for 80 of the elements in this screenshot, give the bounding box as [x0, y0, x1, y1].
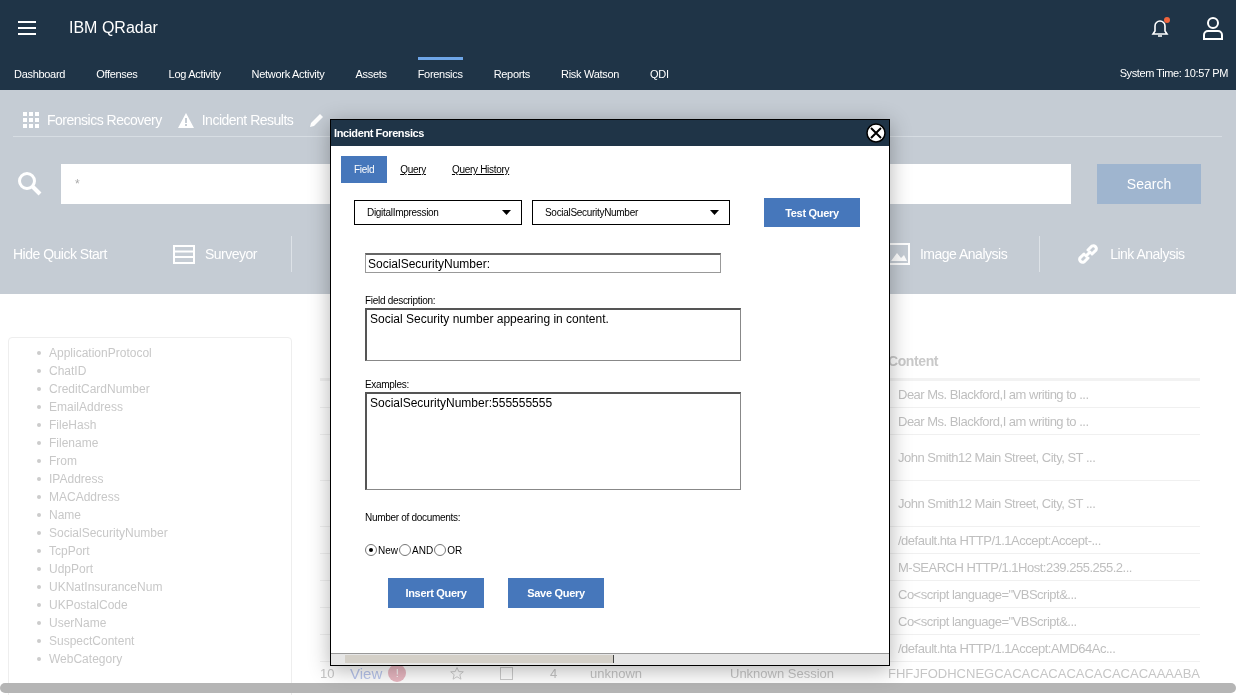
nav-tab[interactable]: Risk Watson: [561, 56, 620, 90]
bullet-icon: [37, 495, 41, 499]
table-cell: /default.hta HTTP/1.1Accept:AMD64Ac...: [898, 640, 1116, 656]
bullet-icon: [37, 657, 41, 661]
bullet-icon: [37, 621, 41, 625]
bullet-icon: [37, 369, 41, 373]
bullet-icon: [37, 459, 41, 463]
bullet-icon: [37, 405, 41, 409]
search-icon: [17, 171, 43, 197]
toolbar-link[interactable]: Forensics Recovery: [47, 112, 162, 128]
warning-icon: [177, 112, 194, 128]
quick-start-link[interactable]: Link Analysis: [1110, 246, 1185, 262]
dialog-title: Incident Forensics: [334, 127, 424, 139]
field-label: Number of documents:: [365, 512, 462, 523]
radio-option[interactable]: AND: [399, 544, 434, 556]
table-cell: Co<script language="VBScript&...: [898, 613, 1077, 629]
row-checkbox[interactable]: [500, 666, 513, 680]
dialog-tab[interactable]: Query History: [438, 156, 523, 183]
dialog-scrollbar[interactable]: [331, 653, 889, 665]
bullet-icon: [37, 531, 41, 535]
view-link[interactable]: View: [350, 664, 383, 682]
pencil-icon: [309, 112, 326, 128]
bullet-icon: [37, 351, 41, 355]
table-cell: Co<script language="VBScript&...: [898, 586, 1077, 602]
grid-icon: [23, 112, 39, 128]
app-title: IBM QRadar: [69, 19, 158, 37]
field-label: Examples:: [365, 379, 410, 390]
nav-tab[interactable]: Network Activity: [251, 56, 325, 90]
table-cell: John Smith12 Main Street, City, ST ...: [898, 450, 1096, 465]
bullet-icon: [37, 549, 41, 553]
toolbar-link[interactable]: Incident Results: [201, 112, 294, 128]
quick-start-link[interactable]: Surveyor: [204, 246, 257, 262]
field-name-input[interactable]: SocialSecurityNumber:: [365, 253, 721, 273]
page-scrollbar[interactable]: [0, 683, 1236, 693]
description-textarea[interactable]: Social Security number appearing in content.: [365, 308, 741, 361]
close-icon[interactable]: [866, 123, 886, 143]
bullet-icon: [37, 477, 41, 481]
nav-tab[interactable]: Offenses: [96, 56, 138, 90]
bullet-icon: [37, 387, 41, 391]
query-button[interactable]: Save Query: [508, 578, 604, 608]
user-icon[interactable]: [1202, 16, 1224, 40]
bullet-icon: [37, 513, 41, 517]
star-icon[interactable]: [450, 666, 464, 680]
radio-option[interactable]: OR: [434, 544, 463, 556]
table-cell: FHFJFODHCNEGCACACACACACACACACAAAABA: [888, 665, 1201, 681]
table-cell: M-SEARCH HTTP/1.1Host:239.255.255.2...: [898, 559, 1132, 575]
table-cell: John Smith12 Main Street, City, ST ...: [898, 496, 1096, 511]
bullet-icon: [37, 567, 41, 571]
bullet-icon: [37, 423, 41, 427]
link-icon: [1076, 242, 1101, 266]
caret-icon: [502, 210, 511, 215]
table-cell: Dear Ms. Blackford,I am writing to ...: [898, 413, 1089, 429]
system-time: System Time: 10:57 PM: [1119, 67, 1228, 79]
nav-tab[interactable]: Reports: [493, 56, 531, 90]
table-cell: Dear Ms. Blackford,I am writing to ...: [898, 386, 1089, 402]
field-dropdown[interactable]: DigitalImpression: [354, 200, 522, 225]
test-query-button[interactable]: Test Query: [764, 198, 860, 227]
menu-icon[interactable]: [18, 21, 36, 35]
bullet-icon: [37, 603, 41, 607]
quick-start-link[interactable]: Image Analysis: [919, 246, 1008, 262]
nav-tab[interactable]: Dashboard: [14, 56, 66, 90]
nav-tab[interactable]: Log Activity: [168, 56, 221, 90]
bullet-icon: [37, 585, 41, 589]
dialog-tab[interactable]: Field: [341, 156, 388, 183]
dialog-tab[interactable]: Query: [387, 156, 439, 183]
nav-tab[interactable]: Assets: [355, 56, 387, 90]
field-label: Field description:: [365, 295, 437, 306]
examples-textarea[interactable]: SocialSecurityNumber:555555555: [365, 392, 741, 490]
field-dropdown[interactable]: SocialSecurityNumber: [532, 200, 730, 225]
bullet-icon: [37, 441, 41, 445]
hide-quick-start-link[interactable]: Hide Quick Start: [13, 246, 107, 262]
bullet-icon: [37, 639, 41, 643]
search-button[interactable]: Search: [1097, 164, 1201, 204]
caret-icon: [710, 210, 719, 215]
radio-option[interactable]: New: [365, 544, 398, 556]
query-button[interactable]: Insert Query: [388, 578, 484, 608]
table-cell: /default.hta HTTP/1.1Accept:Accept-...: [898, 532, 1101, 548]
row-number: 10: [320, 665, 336, 681]
list-icon: [172, 244, 195, 264]
nav-tab[interactable]: QDI: [650, 56, 669, 90]
